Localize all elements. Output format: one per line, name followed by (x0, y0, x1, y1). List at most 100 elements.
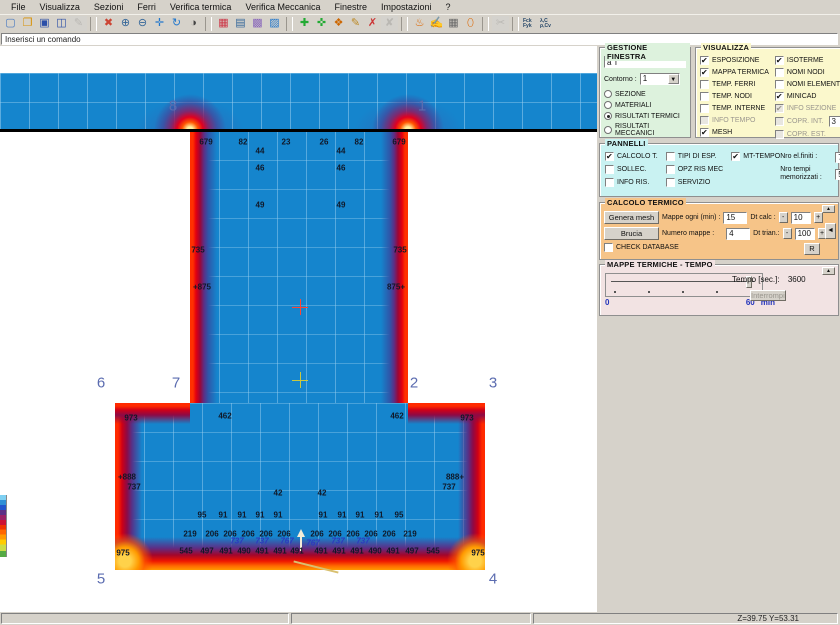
radio-risultati-meccanici[interactable]: RISULTATI MECCANICI (604, 123, 686, 137)
checkbox-isoterme[interactable]: ISOTERME (775, 56, 840, 65)
checkbox-info-tempo[interactable]: INFO TEMPO (700, 116, 769, 125)
menu-finestre[interactable]: Finestre (327, 1, 374, 13)
thermal-lamp-icon[interactable]: ♨ (411, 16, 428, 31)
menu-file[interactable]: File (4, 1, 33, 13)
checkbox-icon[interactable] (775, 92, 784, 101)
flame-icon[interactable]: ⬯ (462, 16, 479, 31)
menu-visualizza[interactable]: Visualizza (33, 1, 87, 13)
r-button[interactable]: R (804, 243, 820, 255)
section-view-icon[interactable]: ▦ (215, 16, 232, 31)
checkbox-icon[interactable] (605, 152, 614, 161)
mesh-colored-icon[interactable]: ❖ (330, 16, 347, 31)
open-folder-icon[interactable]: ❐ (19, 16, 36, 31)
menu-[interactable]: ? (439, 1, 458, 13)
section-nodes-icon[interactable]: ▤ (232, 16, 249, 31)
edit-icon[interactable]: ✎ (70, 16, 87, 31)
refresh-icon[interactable]: ↻ (168, 16, 185, 31)
checkbox-temp-interne[interactable]: TEMP. INTERNE (700, 104, 769, 113)
lambda-c-icon[interactable]: λ,C ρ,Cv (539, 16, 556, 31)
checkbox-icon[interactable] (775, 56, 784, 65)
menu-impostazioni[interactable]: Impostazioni (374, 1, 439, 13)
checkbox-icon[interactable] (700, 80, 709, 89)
contorno-select[interactable]: 1 ▼ (640, 73, 680, 85)
checkbox-mt-tempo[interactable]: MT-TEMPO (731, 152, 780, 161)
edit-sheet-icon[interactable]: ✍ (428, 16, 445, 31)
radio-circle-icon[interactable] (604, 90, 612, 98)
radio-circle-icon[interactable] (604, 112, 612, 120)
checkbox-icon[interactable] (700, 92, 709, 101)
delete-icon[interactable]: ✖ (100, 16, 117, 31)
add-element-icon[interactable]: ✚ (296, 16, 313, 31)
save-as-icon[interactable]: ◫ (53, 16, 70, 31)
checkbox-icon[interactable] (666, 178, 675, 187)
checkbox-icon[interactable] (775, 117, 784, 126)
dt-calc-plus-button[interactable]: + (814, 212, 823, 223)
pan-icon[interactable]: ✛ (151, 16, 168, 31)
drawing-canvas[interactable]: 8172635467982232682679444446464949735735… (0, 46, 597, 612)
collapse-side-button[interactable]: ◄ (825, 223, 836, 239)
section-mesh-icon[interactable]: ▩ (249, 16, 266, 31)
dt-trian-minus-button[interactable]: - (783, 228, 792, 239)
checkbox-info-ris[interactable]: INFO RIS. (605, 178, 658, 187)
add-node-icon[interactable]: ✜ (313, 16, 330, 31)
checkbox-icon[interactable] (700, 116, 709, 125)
checkbox-mappa-termica[interactable]: MAPPA TERMICA (700, 68, 769, 77)
checkbox-temp-nodi[interactable]: TEMP. NODI (700, 92, 769, 101)
menu-sezioni[interactable]: Sezioni (87, 1, 131, 13)
checkbox-icon[interactable] (731, 152, 740, 161)
interrompi-button[interactable]: Interrompi (750, 290, 786, 301)
checkbox-esposizione[interactable]: ESPOSIZIONE (700, 56, 769, 65)
zoom-in-icon[interactable]: ⊕ (117, 16, 134, 31)
new-file-icon[interactable]: ▢ (2, 16, 19, 31)
node-off-icon[interactable]: ✘ (381, 16, 398, 31)
panel-collapse-button[interactable]: ▲ (822, 267, 835, 275)
radio-circle-icon[interactable] (604, 126, 612, 134)
field-copr-int[interactable]: 3 (829, 116, 840, 127)
zoom-out-icon[interactable]: ⊖ (134, 16, 151, 31)
section-results-icon[interactable]: ▨ (266, 16, 283, 31)
radio-sezione[interactable]: SEZIONE (604, 90, 686, 98)
checkbox-copr-est[interactable]: COPR. EST. (775, 130, 840, 139)
checkbox-opz-ris-mec[interactable]: OPZ RIS MEC (666, 165, 724, 174)
checkbox-mesh[interactable]: MESH (700, 128, 769, 137)
checkbox-icon[interactable] (775, 130, 784, 139)
checkbox-icon[interactable] (605, 165, 614, 174)
checkbox-icon[interactable] (700, 68, 709, 77)
checkbox-icon[interactable] (604, 243, 613, 252)
dt-calc-field[interactable]: 10 (791, 212, 811, 224)
panel-collapse-button[interactable]: ▲ (822, 205, 835, 213)
chevron-down-icon[interactable]: ▼ (668, 74, 679, 84)
edit-mesh-icon[interactable]: ✎ (347, 16, 364, 31)
genera-mesh-button[interactable]: Genera mesh (604, 211, 659, 224)
checkbox-servizio[interactable]: SERVIZIO (666, 178, 724, 187)
checkbox-temp-ferri[interactable]: TEMP. FERRI (700, 80, 769, 89)
radio-risultati-termici[interactable]: RISULTATI TERMICI (604, 112, 686, 120)
checkbox-icon[interactable] (775, 104, 784, 113)
checkbox-icon[interactable] (605, 178, 614, 187)
checkbox-sollec[interactable]: SOLLEC. (605, 165, 658, 174)
numero-mappe-field[interactable]: 4 (726, 228, 750, 240)
checkbox-nomi-elementi[interactable]: NOMI ELEMENTI (775, 80, 840, 89)
verify-off-icon[interactable]: ✂ (492, 16, 509, 31)
checkbox-calcolo-t[interactable]: CALCOLO T. (605, 152, 658, 161)
checkbox-info-sezione[interactable]: INFO SEZIONE (775, 104, 840, 113)
table-icon[interactable]: ▦ (445, 16, 462, 31)
checkbox-check-database[interactable]: CHECK DATABASE (604, 243, 679, 252)
checkbox-copr-int[interactable]: COPR. INT.3 (775, 116, 840, 127)
menu-verifica-meccanica[interactable]: Verifica Meccanica (238, 1, 327, 13)
nro-tempi-field[interactable]: 5 (835, 169, 840, 180)
radio-circle-icon[interactable] (604, 101, 612, 109)
brucia-button[interactable]: Brucia (604, 227, 659, 240)
checkbox-icon[interactable] (700, 56, 709, 65)
dt-trian-field[interactable]: 100 (795, 228, 815, 240)
shade-icon[interactable]: ◑ (185, 16, 202, 31)
checkbox-icon[interactable] (666, 165, 675, 174)
checkbox-icon[interactable] (666, 152, 675, 161)
checkbox-icon[interactable] (775, 68, 784, 77)
delete-node-icon[interactable]: ✗ (364, 16, 381, 31)
menu-ferri[interactable]: Ferri (130, 1, 163, 13)
checkbox-icon[interactable] (775, 80, 784, 89)
radio-materiali[interactable]: MATERIALI (604, 101, 686, 109)
fck-fyk-icon[interactable]: Fck Fyk (522, 16, 539, 31)
save-icon[interactable]: ▣ (36, 16, 53, 31)
